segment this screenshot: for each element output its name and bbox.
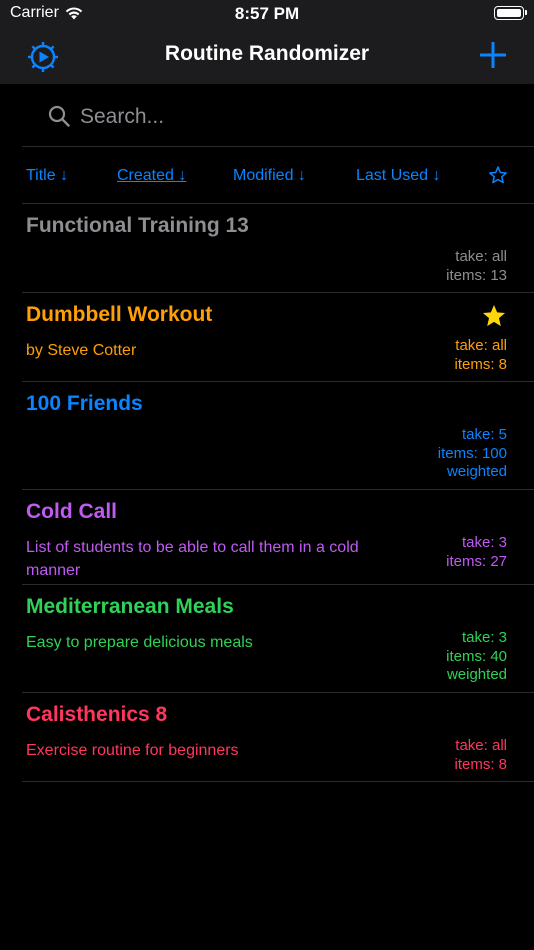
sort-by-favorite-star-icon[interactable] [488,165,508,185]
routine-meta: take: 3 items: 27 [446,534,507,571]
routine-list: Functional Training 13 take: all items: … [22,204,534,782]
routine-take: take: 3 [461,629,507,646]
page-title: Routine Randomizer [164,42,370,65]
routine-title: Mediterranean Meals [26,595,234,618]
routine-row[interactable]: Dumbbell Workout by Steve Cotter take: a… [22,293,534,382]
routine-take: take: 5 [461,426,507,443]
nav-bar: Routine Randomizer [0,28,534,84]
routine-items: items: 100 [437,444,507,462]
routine-row[interactable]: Cold Call List of students to be able to… [22,490,534,585]
routine-meta: take: all items: 8 [454,737,507,774]
sort-by-modified[interactable]: Modified ↓ [233,167,306,185]
add-routine-plus-icon[interactable] [480,42,506,68]
routine-items: items: 13 [446,266,507,284]
routine-row[interactable]: Functional Training 13 take: all items: … [22,204,534,293]
search-input[interactable] [78,100,502,134]
routine-take: take: 3 [461,534,507,551]
routine-meta: take: 5 items: 100 weighted [438,426,507,482]
sort-by-title[interactable]: Title ↓ [26,167,68,185]
routine-title: Calisthenics 8 [26,703,168,726]
sort-bar: Title ↓ Created ↓ Modified ↓ Last Used ↓ [22,146,534,204]
routine-items: items: 8 [454,355,507,373]
status-bar: Carrier 8:57 PM [0,0,534,28]
battery-icon [494,6,527,20]
search-icon [48,105,70,127]
routine-row[interactable]: 100 Friends take: 5 items: 100 weighted [22,382,534,490]
routine-title: Functional Training 13 [26,214,249,237]
routine-title: 100 Friends [26,392,143,415]
routine-weighted: weighted [446,463,507,480]
routine-take: take: all [455,337,507,354]
favorite-star-icon [482,304,506,327]
routine-row[interactable]: Mediterranean Meals Easy to prepare deli… [22,585,534,693]
routine-take: take: all [455,248,507,265]
status-time: 8:57 PM [234,4,300,23]
routine-meta: take: all items: 13 [446,248,507,285]
routine-take: take: all [455,737,507,754]
routine-description: List of students to be able to call them… [26,539,359,579]
routine-description: Exercise routine for beginners [26,742,239,759]
sort-by-last-used[interactable]: Last Used ↓ [356,167,440,185]
routine-items: items: 8 [454,755,507,773]
routine-row[interactable]: Calisthenics 8 Exercise routine for begi… [22,693,534,782]
search-bar [22,84,534,146]
routine-title: Dumbbell Workout [26,303,213,326]
routine-description: Easy to prepare delicious meals [26,634,253,651]
sort-by-created[interactable]: Created ↓ [117,167,186,185]
routine-items: items: 27 [446,552,507,570]
routine-title: Cold Call [26,500,118,523]
routine-weighted: weighted [446,666,507,683]
routine-meta: take: all items: 8 [454,337,507,374]
routine-description: by Steve Cotter [26,342,137,359]
routine-meta: take: 3 items: 40 weighted [446,629,507,685]
routine-items: items: 40 [446,647,507,665]
